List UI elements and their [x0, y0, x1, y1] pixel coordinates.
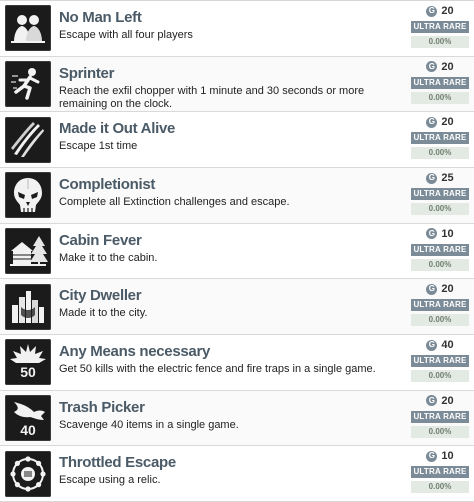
creature-40-icon: 40 [5, 395, 51, 442]
four-players-icon [5, 5, 51, 52]
gamerscore: G 20 [411, 115, 469, 129]
gamerscore-value: 20 [441, 283, 454, 296]
achievement-description: Escape with all four players [59, 29, 193, 41]
claw-marks-icon [5, 116, 51, 163]
gamerscore: G 20 [411, 282, 469, 296]
gamerscore-icon: G [426, 395, 438, 407]
achievement-row[interactable]: Made it Out Alive Escape 1st time G 20 U… [0, 112, 474, 169]
rarity-badge: ULTRA RARE [411, 188, 469, 201]
gamerscore-icon: G [426, 283, 438, 295]
achievement-description: Scavenge 40 items in a single game. [59, 418, 239, 431]
icon-number-label: 40 [20, 422, 36, 438]
spiked-50-icon: 50 [5, 339, 51, 386]
achievement-title[interactable]: Made it Out Alive [59, 120, 405, 137]
gamerscore-value: 40 [441, 339, 454, 352]
gamerscore-value: 20 [441, 116, 454, 129]
achievement-title[interactable]: Any Means necessary [59, 343, 405, 360]
achievement-description: Get 50 kills with the electric fence and… [59, 363, 376, 376]
rarity-badge: ULTRA RARE [411, 410, 469, 423]
achievement-description: Make it to the cabin. [59, 251, 158, 264]
achievement-title[interactable]: Completionist [59, 176, 405, 193]
unlock-percent: 0.00% [411, 203, 469, 216]
achievement-description: Complete all Extinction challenges and e… [59, 196, 290, 209]
achievement-row[interactable]: City Dweller Made it to the city. G 20 U… [0, 279, 474, 336]
achievement-row[interactable]: 40 Trash Picker Scavenge 40 items in a s… [0, 390, 474, 447]
achievement-row[interactable]: Sprinter Reach the exfil chopper with 1 … [0, 56, 474, 113]
gamerscore: G 10 [411, 449, 469, 463]
achievement-description: Made it to the city. [59, 307, 148, 320]
running-man-icon [5, 61, 51, 107]
gamerscore: G 25 [411, 171, 469, 185]
gamerscore-icon: G [426, 450, 438, 462]
gamerscore: G 10 [411, 227, 469, 241]
rarity-badge: ULTRA RARE [411, 466, 469, 479]
achievement-list: No Man Left Escape with all four players… [0, 0, 474, 502]
rarity-badge: ULTRA RARE [411, 132, 469, 145]
unlock-percent: 0.00% [411, 147, 469, 160]
unlock-percent: 0.00% [411, 36, 469, 48]
unlock-percent: 0.00% [411, 370, 469, 383]
relic-ring-icon [5, 450, 51, 497]
achievement-title[interactable]: Cabin Fever [59, 232, 405, 249]
city-skyline-icon [5, 283, 51, 330]
gamerscore-value: 20 [441, 60, 454, 73]
achievement-row[interactable]: Completionist Complete all Extinction ch… [0, 168, 474, 224]
achievement-title[interactable]: No Man Left [59, 9, 405, 26]
rarity-badge: ULTRA RARE [411, 21, 469, 33]
unlock-percent: 0.00% [411, 425, 469, 438]
achievement-description: Reach the exfil chopper with 1 minute an… [59, 84, 365, 110]
gamerscore-icon: G [426, 116, 438, 128]
unlock-percent: 0.00% [411, 258, 469, 271]
achievement-title[interactable]: City Dweller [59, 287, 405, 304]
rarity-badge: ULTRA RARE [411, 243, 469, 256]
gamerscore-value: 10 [441, 450, 454, 463]
rarity-badge: ULTRA RARE [411, 355, 469, 368]
gamerscore-icon: G [426, 339, 438, 351]
rarity-badge: ULTRA RARE [411, 299, 469, 312]
gamerscore-icon: G [426, 61, 438, 73]
gamerscore: G 40 [411, 338, 469, 352]
gamerscore: G 20 [411, 60, 469, 74]
icon-number-label: 50 [20, 364, 36, 380]
cabin-icon [5, 228, 51, 275]
gamerscore: G 20 [411, 394, 469, 408]
achievement-title[interactable]: Sprinter [59, 65, 405, 82]
achievement-row[interactable]: Throttled Escape Escape using a relic. G… [0, 446, 474, 502]
gamerscore-value: 20 [441, 5, 454, 17]
alien-skull-icon [5, 172, 51, 219]
unlock-percent: 0.00% [411, 91, 469, 104]
gamerscore: G 20 [411, 4, 469, 18]
gamerscore-value: 25 [441, 172, 454, 185]
achievement-title[interactable]: Trash Picker [59, 399, 405, 416]
gamerscore-icon: G [426, 5, 438, 17]
unlock-percent: 0.00% [411, 314, 469, 327]
achievement-row[interactable]: 50 Any Means necessary Get 50 kills with… [0, 335, 474, 391]
achievement-row[interactable]: Cabin Fever Make it to the cabin. G 10 U… [0, 223, 474, 280]
gamerscore-icon: G [426, 172, 438, 184]
unlock-percent: 0.00% [411, 481, 469, 494]
gamerscore-value: 20 [441, 394, 454, 407]
achievement-row[interactable]: No Man Left Escape with all four players… [0, 1, 474, 57]
achievement-description: Escape 1st time [59, 140, 138, 153]
gamerscore-value: 10 [441, 227, 454, 240]
achievement-title[interactable]: Throttled Escape [59, 454, 405, 471]
rarity-badge: ULTRA RARE [411, 76, 469, 89]
achievement-description: Escape using a relic. [59, 474, 161, 487]
gamerscore-icon: G [426, 228, 438, 240]
